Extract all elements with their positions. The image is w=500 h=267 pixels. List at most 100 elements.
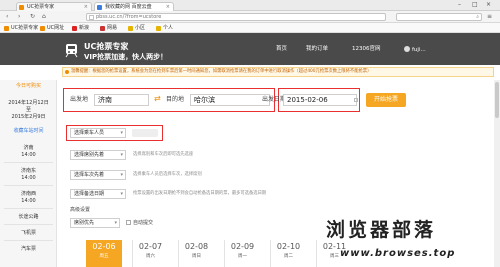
bookmark-label: 网易 [107, 25, 118, 31]
date-tab[interactable]: 02-06 周五 [86, 240, 122, 267]
date-tab-sub: 周六 [146, 254, 155, 259]
bookmarks-bar: UC抢票专家 UC网址 新浪 网易 小区 个人 [0, 23, 500, 33]
date-tab-sub: 周日 [192, 254, 201, 259]
close-icon[interactable]: × [166, 3, 170, 11]
notice-banner: 温馨提醒：根据您的抢票设置，系统会为您在抢到车票后第一时间通知您，如需取消抢票请… [62, 67, 494, 77]
station-time: 14:00 [21, 175, 36, 181]
train-select[interactable]: 选择车次先着 ▾ [70, 170, 126, 180]
uc-icon [4, 25, 9, 31]
date-tab-sub: 周一 [238, 254, 247, 259]
passenger-select[interactable]: 选择乘车人员 ▾ [70, 128, 126, 138]
bookmark-label: 新浪 [79, 25, 90, 31]
date-tab-label: 02-10 [276, 242, 301, 251]
netease-icon [100, 25, 105, 31]
bookmark-item[interactable]: 网易 [100, 24, 117, 32]
backup-date-select[interactable]: 选择备选日期 ▾ [70, 189, 126, 199]
seat-select[interactable]: 选择席别先着 ▾ [70, 150, 126, 160]
date-tab[interactable]: 02-08 周日 [178, 240, 214, 267]
station-name[interactable]: 济南东 [0, 168, 57, 174]
date-tab-label: 02-09 [230, 242, 255, 251]
nav-12306[interactable]: 12306官网 [352, 46, 381, 53]
calendar-icon[interactable] [354, 98, 358, 102]
notice-text: 温馨提醒：根据您的抢票设置，系统会为您在抢到车票后第一时间通知您，如需取消抢票请… [71, 69, 372, 74]
from-input[interactable]: 济南 [94, 94, 149, 106]
url-text: pbss.uc.cn/?from=ucstore [96, 14, 162, 20]
watermark-text: 浏览器部落 [326, 219, 437, 241]
scrollbar[interactable] [494, 80, 500, 267]
swap-icon[interactable]: ⇄ [154, 94, 161, 104]
brand-subtitle: VIP抢票加速，快人两步！ [84, 53, 168, 61]
minimize-icon[interactable]: – [458, 1, 461, 9]
divider [4, 185, 53, 186]
divider [4, 224, 53, 225]
select-label: 席别优先 [74, 220, 95, 226]
bookmark-item[interactable]: 个人 [156, 24, 173, 32]
watermark-url: www.browses.top [340, 248, 456, 259]
bookmark-item[interactable]: 小区 [128, 24, 145, 32]
date-tab-label: 02-06 [92, 242, 116, 251]
tab-label: UC抢票专家 [27, 4, 55, 10]
select-label: 选择备选日期 [74, 191, 105, 197]
auto-submit-checkbox[interactable]: 自动提交 [126, 219, 153, 227]
bookmark-item[interactable]: UC网址 [40, 24, 64, 32]
to-input[interactable]: 哈尔滨 [190, 94, 270, 106]
priority-select[interactable]: 席别优先 ▾ [70, 218, 120, 228]
browser-search-input[interactable]: ⌕ [396, 13, 482, 21]
date-tab[interactable]: 02-07 周六 [132, 240, 168, 267]
train-logo-icon [65, 44, 78, 58]
search-icon[interactable]: ⌕ [476, 14, 479, 20]
tab-label: 我收藏的网 百度云盘 [105, 4, 152, 10]
checkbox-icon [126, 220, 131, 225]
bookmark-item[interactable]: UC抢票专家 [4, 24, 38, 32]
page-icon [89, 15, 94, 20]
sidebar-header: 今日可购买 [15, 83, 41, 89]
nav-home[interactable]: 首页 [276, 46, 287, 53]
divider [4, 208, 53, 209]
date-tab[interactable]: 02-10 周二 [270, 240, 306, 267]
cloud-tab-icon [97, 4, 102, 10]
chevron-down-icon: ▾ [120, 191, 123, 197]
folder-icon [156, 25, 161, 31]
user-name: fuji... [412, 47, 426, 53]
close-window-icon[interactable]: × [486, 1, 491, 9]
sidebar-item-bus[interactable]: 汽车票 [0, 246, 57, 252]
refresh-icon[interactable]: ↻ [30, 13, 35, 21]
select-label: 选择乘车人员 [74, 130, 105, 136]
select-label: 选择车次先着 [74, 172, 105, 178]
folder-icon [128, 25, 133, 31]
user-menu[interactable]: fuji... [404, 46, 426, 54]
home-icon[interactable]: ⌂ [42, 13, 46, 21]
url-input[interactable]: pbss.uc.cn/?from=ucstore [86, 13, 386, 21]
chevron-down-icon: ▾ [120, 172, 123, 178]
sidebar-section-label[interactable]: 收藏车站时间 [0, 128, 57, 135]
date-tab-label: 02-08 [184, 242, 209, 251]
select-label: 选择席别先着 [74, 152, 105, 158]
chevron-down-icon: ▾ [120, 130, 123, 136]
date-tab[interactable]: 02-09 周一 [224, 240, 260, 267]
menu-icon[interactable]: ≡ [487, 13, 492, 21]
back-icon[interactable]: ‹ [6, 13, 8, 21]
browser-titlebar: UC抢票专家 × 我收藏的网 百度云盘 × – □ × [0, 0, 500, 11]
forward-icon[interactable]: › [18, 13, 20, 21]
nav-my-orders[interactable]: 我的订单 [306, 46, 328, 53]
scrollbar-thumb[interactable] [495, 82, 499, 118]
start-grab-button[interactable]: 开始抢票 [366, 93, 406, 107]
date-tab-sub: 周二 [284, 254, 293, 259]
date-tab-sub: 周五 [99, 254, 109, 259]
bookmark-label: UC抢票专家 [11, 25, 39, 31]
sidebar-item-flight[interactable]: 飞机票 [0, 230, 57, 236]
sidebar-item-highway[interactable]: 长途公路 [0, 214, 57, 220]
station-time: 14:00 [21, 152, 36, 158]
maximize-icon[interactable]: □ [472, 1, 478, 9]
bookmark-label: UC网址 [47, 25, 65, 31]
bookmark-label: 个人 [163, 25, 174, 31]
station-name[interactable]: 济南 [0, 145, 57, 151]
tab-uc-ticket[interactable]: UC抢票专家 × [16, 2, 92, 11]
bookmark-item[interactable]: 新浪 [72, 24, 89, 32]
close-icon[interactable]: × [84, 3, 88, 11]
sina-icon [72, 25, 77, 31]
station-name[interactable]: 济南西 [0, 191, 57, 197]
date-input[interactable]: 2015-02-06 [283, 94, 357, 106]
tab-baidu-cloud[interactable]: 我收藏的网 百度云盘 × [94, 2, 174, 11]
seat-hint: 选择席别和车次后即可选先选座 [133, 152, 194, 157]
